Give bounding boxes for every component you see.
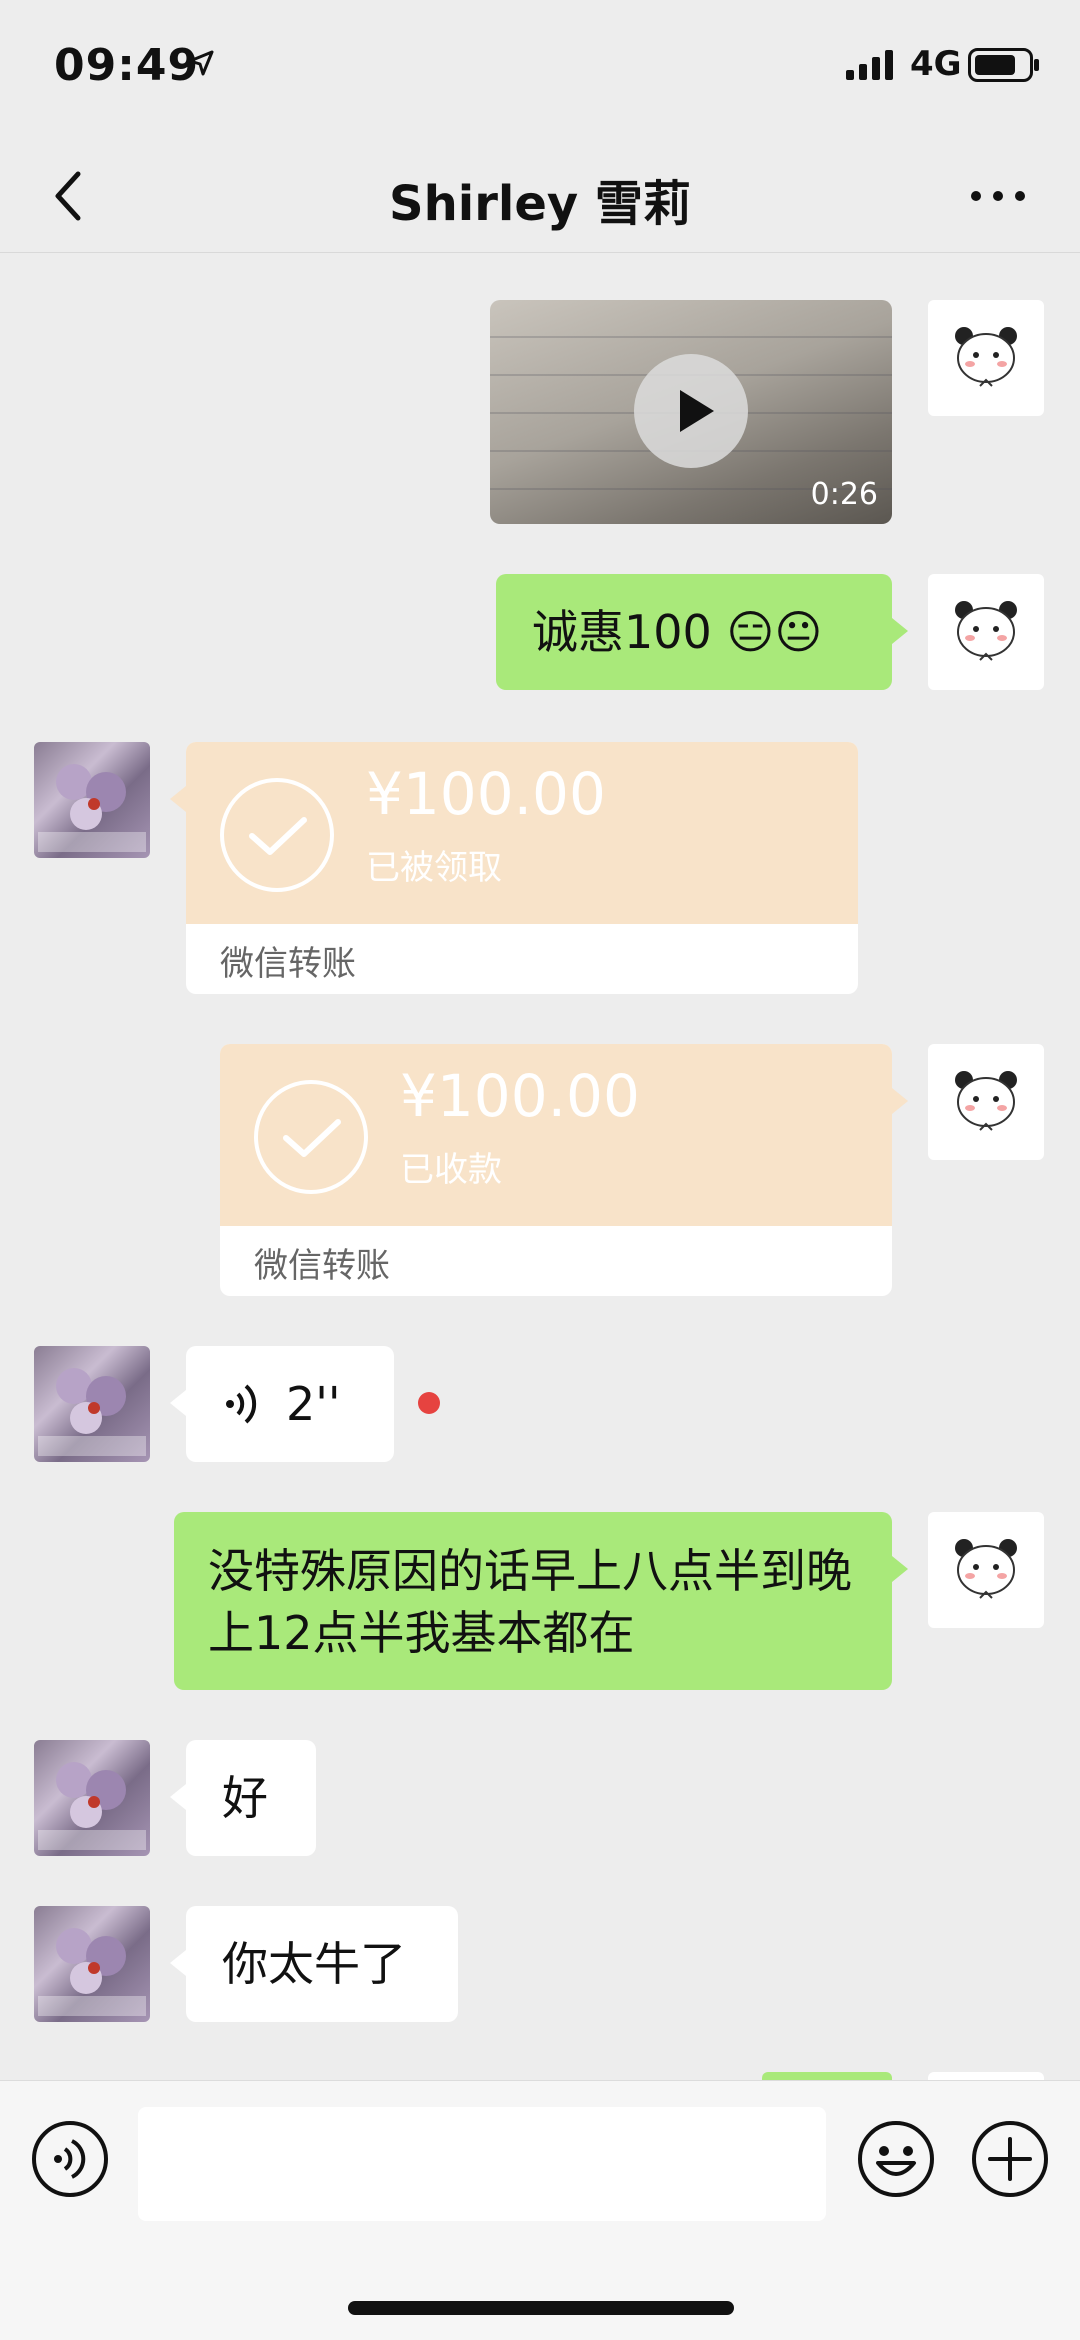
my-avatar[interactable] xyxy=(928,300,1044,416)
bubble-tail xyxy=(892,1088,908,1114)
voice-wave-icon xyxy=(226,1384,257,1424)
bubble-tail xyxy=(170,1950,186,1976)
network-type: 4G xyxy=(910,44,962,84)
contact-avatar[interactable] xyxy=(34,1906,150,2022)
emoji-icon[interactable] xyxy=(856,2119,936,2199)
transfer-label: 微信转账 xyxy=(254,1246,390,1286)
panda-avatar-icon xyxy=(955,1539,1017,1599)
bubble-tail xyxy=(892,618,908,644)
my-avatar[interactable] xyxy=(928,574,1044,690)
chat-header: Shirley 雪莉 xyxy=(0,140,1080,253)
contact-avatar[interactable] xyxy=(34,1740,150,1856)
transfer-status: 已被领取 xyxy=(366,848,502,888)
message-bubble-sent[interactable]: 诚惠100 😑😐 xyxy=(496,574,892,690)
transfer-card-received[interactable]: ¥100.00 已被领取 微信转账 xyxy=(186,742,858,994)
message-text: 你太牛了 xyxy=(222,1937,406,1991)
status-time: 09:49 xyxy=(54,40,200,91)
panda-avatar-icon xyxy=(955,601,1017,661)
message-bubble-sent[interactable]: 没特殊原因的话早上八点半到晚上12点半我基本都在 xyxy=(174,1512,892,1690)
message-input[interactable] xyxy=(138,2107,826,2221)
plus-icon[interactable] xyxy=(970,2119,1050,2199)
flower-avatar-icon xyxy=(38,764,146,852)
voice-message[interactable]: 2'' xyxy=(186,1346,394,1462)
input-bar xyxy=(0,2080,1080,2340)
check-circle-icon xyxy=(220,778,334,892)
location-arrow-icon xyxy=(188,50,214,76)
panda-avatar-icon xyxy=(955,327,1017,387)
transfer-status: 已收款 xyxy=(400,1150,502,1190)
my-avatar[interactable] xyxy=(928,1044,1044,1160)
voice-duration: 2'' xyxy=(286,1377,341,1431)
flower-avatar-icon xyxy=(38,1762,146,1850)
flower-avatar-icon xyxy=(38,1368,146,1456)
signal-icon xyxy=(846,50,893,80)
transfer-amount: ¥100.00 xyxy=(400,1062,640,1130)
my-avatar[interactable] xyxy=(928,1512,1044,1628)
status-bar: 09:49 4G xyxy=(0,0,1080,140)
contact-avatar[interactable] xyxy=(34,742,150,858)
message-text: 没特殊原因的话早上八点半到晚上12点半我基本都在 xyxy=(208,1544,852,1660)
play-icon xyxy=(680,390,714,432)
message-bubble-received[interactable]: 好 xyxy=(186,1740,316,1856)
panda-avatar-icon xyxy=(955,1071,1017,1131)
transfer-label: 微信转账 xyxy=(220,944,356,984)
message-text: 好 xyxy=(222,1771,268,1825)
battery-icon xyxy=(968,48,1039,82)
bubble-tail xyxy=(892,1556,908,1582)
voice-input-icon[interactable] xyxy=(30,2119,110,2199)
bubble-tail xyxy=(170,1390,186,1416)
transfer-amount: ¥100.00 xyxy=(366,760,606,828)
message-bubble-received[interactable]: 你太牛了 xyxy=(186,1906,458,2022)
video-duration: 0:26 xyxy=(810,477,878,512)
transfer-card-sent[interactable]: ¥100.00 已收款 微信转账 xyxy=(220,1044,892,1296)
message-text: 诚惠100 😑😐 xyxy=(532,605,823,659)
bubble-tail xyxy=(170,786,186,812)
unread-voice-dot xyxy=(418,1392,440,1414)
bubble-tail xyxy=(170,1784,186,1810)
contact-avatar[interactable] xyxy=(34,1346,150,1462)
video-message[interactable]: 0:26 xyxy=(490,300,892,524)
home-indicator xyxy=(348,2301,734,2315)
flower-avatar-icon xyxy=(38,1928,146,2016)
check-circle-icon xyxy=(254,1080,368,1194)
chat-title: Shirley 雪莉 xyxy=(389,176,691,232)
more-dots-icon[interactable] xyxy=(968,186,1028,206)
play-button[interactable] xyxy=(634,354,748,468)
